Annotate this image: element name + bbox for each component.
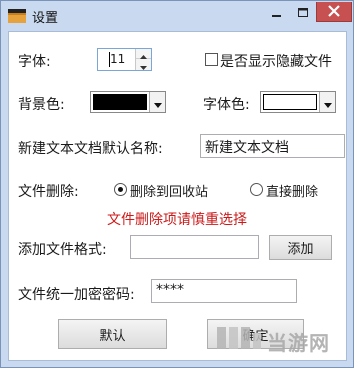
file-delete-label: 文件删除: (18, 184, 79, 200)
minimize-icon (271, 3, 282, 22)
radio-recycle-bin-label[interactable]: 删除到回收站 (130, 181, 208, 200)
font-color-label: 字体色: (203, 97, 250, 113)
password-input[interactable]: **** (151, 279, 297, 303)
maximize-icon (298, 3, 308, 22)
window-title: 设置 (32, 11, 59, 26)
default-name-input[interactable]: 新建文本文档 (200, 134, 345, 158)
font-color-select[interactable] (260, 91, 336, 113)
add-format-input[interactable] (130, 235, 259, 259)
delete-warning-text: 文件删除项请慎重选择 (107, 212, 247, 228)
radio-delete-directly[interactable] (250, 183, 263, 196)
add-format-label: 添加文件格式: (18, 242, 107, 258)
show-hidden-label[interactable]: 是否显示隐藏文件 (220, 51, 332, 71)
folder-icon (8, 8, 26, 23)
minimize-button[interactable] (263, 2, 290, 22)
background-color-label: 背景色: (18, 97, 65, 113)
radio-recycle-bin[interactable] (114, 183, 127, 196)
site-watermark: 当游网 (215, 323, 345, 359)
chevron-down-icon (153, 93, 162, 112)
background-color-swatch (93, 94, 147, 110)
font-label: 字体: (18, 54, 51, 70)
font-size-value: 11 (110, 52, 126, 66)
close-icon (328, 2, 340, 21)
settings-window: 设置 字体: 11 是否显示隐藏文件 背景色: 字体色: 新建文本文档默认名称:… (0, 0, 354, 368)
default-name-label: 新建文本文档默认名称: (18, 141, 163, 157)
radio-selected-dot (118, 187, 123, 192)
title-bar[interactable]: 设置 (1, 1, 353, 31)
font-color-swatch (263, 94, 317, 110)
close-button[interactable] (316, 2, 352, 22)
password-label: 文件统一加密密码: (18, 287, 135, 303)
watermark-text: 当游网 (267, 331, 330, 355)
font-size-stepper[interactable]: 11 (97, 48, 152, 71)
add-format-button[interactable]: 添加 (269, 235, 332, 260)
radio-delete-directly-label[interactable]: 直接删除 (266, 181, 318, 200)
background-color-select[interactable] (90, 91, 166, 113)
background-color-dropdown-button[interactable] (149, 92, 165, 112)
maximize-button[interactable] (290, 2, 316, 22)
font-color-dropdown-button[interactable] (319, 92, 335, 112)
watermark-logo (217, 327, 261, 349)
spin-down-button[interactable] (136, 59, 151, 70)
show-hidden-checkbox[interactable] (205, 53, 218, 66)
chevron-down-icon (140, 55, 147, 74)
spin-buttons (135, 49, 151, 70)
default-button[interactable]: 默认 (58, 319, 167, 349)
chevron-down-icon (323, 93, 332, 112)
